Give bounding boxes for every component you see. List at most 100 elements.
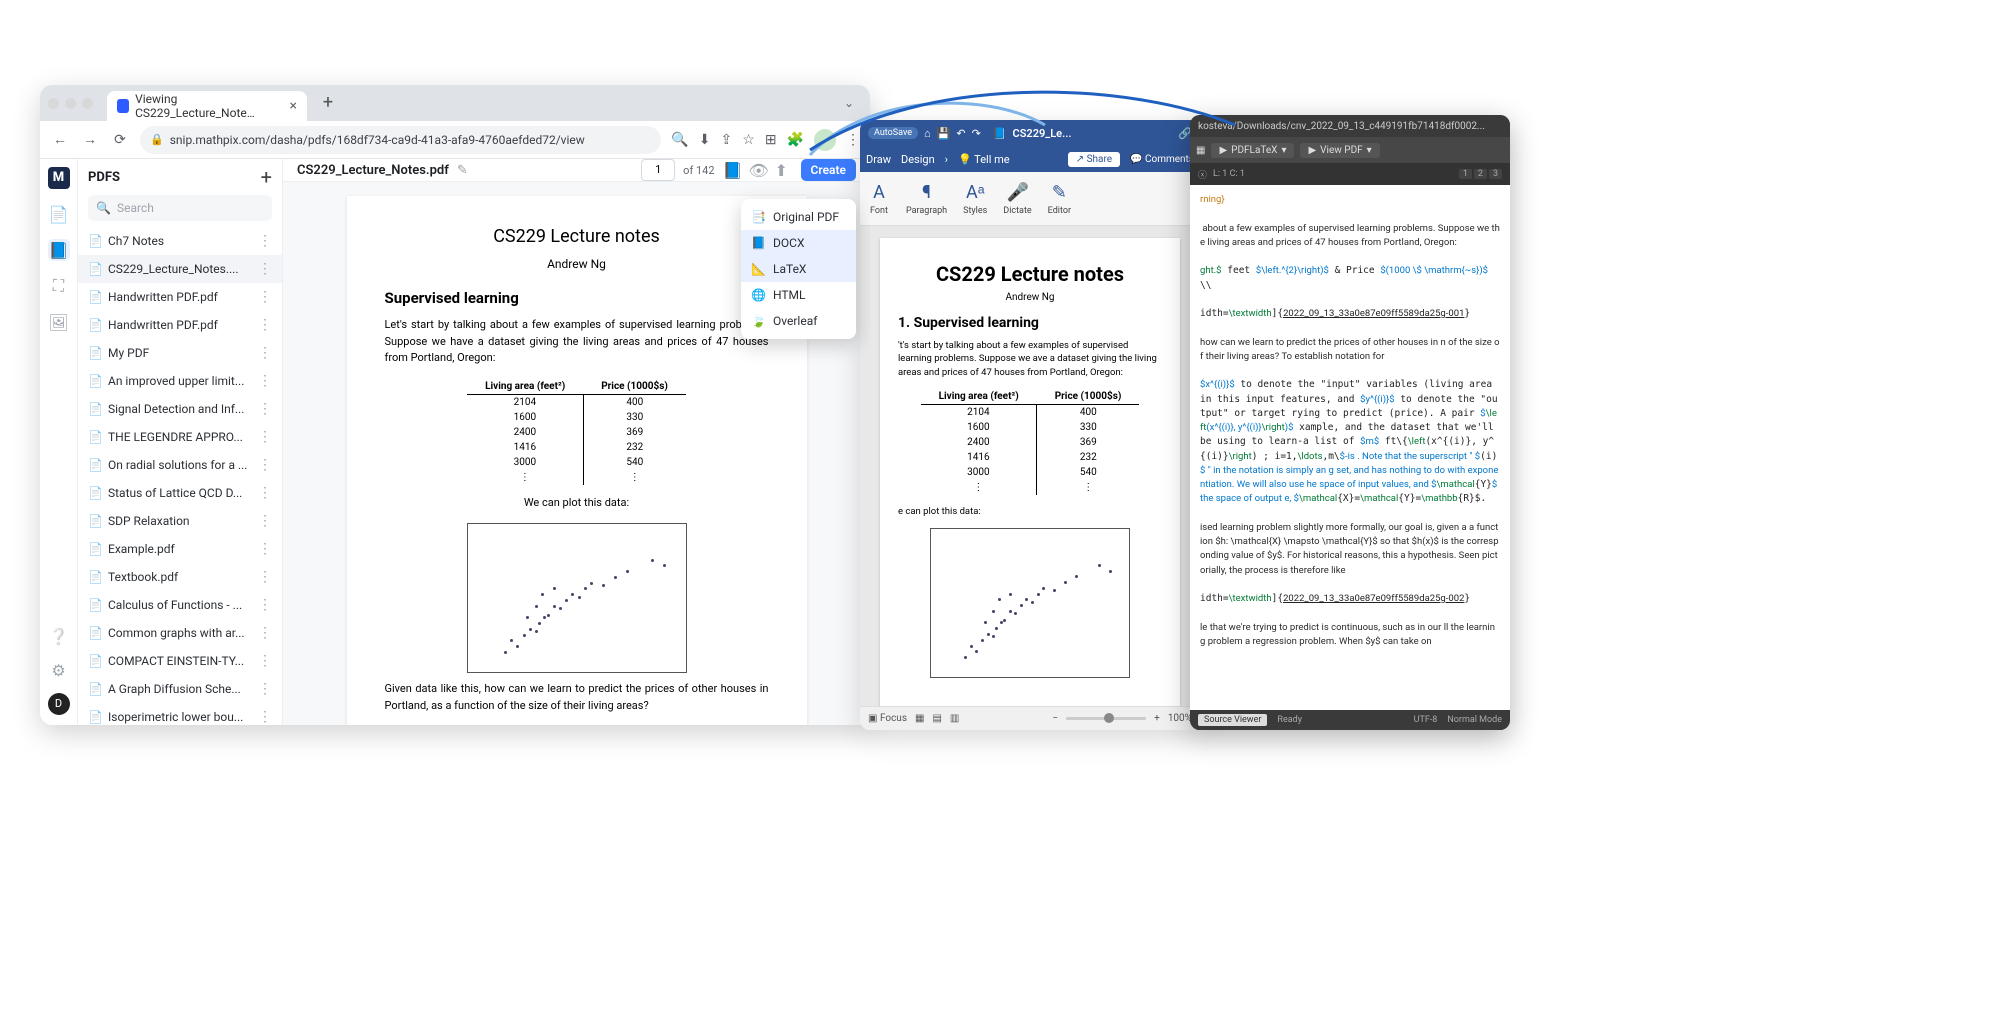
eye-icon[interactable]: 👁	[749, 161, 767, 179]
pane-3[interactable]: 3	[1489, 169, 1502, 179]
file-row[interactable]: 📄COMPACT EINSTEIN-TY...⋮	[78, 647, 282, 675]
pane-2[interactable]: 2	[1474, 169, 1487, 179]
file-kebab-icon[interactable]: ⋮	[258, 289, 272, 305]
ribbon-font[interactable]: AFont	[868, 182, 890, 216]
file-kebab-icon[interactable]: ⋮	[258, 429, 272, 445]
ribbon-paragraph[interactable]: ¶Paragraph	[906, 182, 947, 216]
redo-icon[interactable]: ↷	[972, 127, 981, 140]
file-kebab-icon[interactable]: ⋮	[258, 485, 272, 501]
share-icon[interactable]: ⇪	[721, 132, 733, 148]
file-kebab-icon[interactable]: ⋮	[258, 597, 272, 613]
file-row[interactable]: 📄Textbook.pdf⋮	[78, 563, 282, 591]
view-icon-3[interactable]: ▥	[950, 713, 959, 724]
puzzle-icon[interactable]: 🧩	[787, 132, 804, 148]
file-kebab-icon[interactable]: ⋮	[258, 345, 272, 361]
file-row[interactable]: 📄Common graphs with ar...⋮	[78, 619, 282, 647]
dropdown-item-docx[interactable]: 📘DOCX	[741, 230, 856, 256]
rail-help-icon[interactable]: ❔	[48, 625, 70, 647]
tab-overflow-icon[interactable]: ⌄	[836, 96, 862, 110]
file-kebab-icon[interactable]: ⋮	[258, 541, 272, 557]
upload-icon[interactable]: ⬆	[775, 161, 793, 179]
dropdown-item-overleaf[interactable]: 🍃Overleaf	[741, 308, 856, 334]
file-kebab-icon[interactable]: ⋮	[258, 233, 272, 249]
zoom-in[interactable]: +	[1154, 713, 1160, 724]
rail-doc-icon[interactable]: 📄	[48, 203, 70, 225]
file-row[interactable]: 📄Example.pdf⋮	[78, 535, 282, 563]
word-save-icon[interactable]: 💾	[937, 127, 951, 140]
file-kebab-icon[interactable]: ⋮	[258, 681, 272, 697]
extensions-icon[interactable]: ⊞	[765, 132, 777, 148]
rail-image-icon[interactable]: 🖼	[48, 311, 70, 333]
file-row[interactable]: 📄Calculus of Functions - ...⋮	[78, 591, 282, 619]
dropdown-item-html[interactable]: 🌐HTML	[741, 282, 856, 308]
file-row[interactable]: 📄Signal Detection and Inf...⋮	[78, 395, 282, 423]
rail-settings-icon[interactable]: ⚙	[48, 659, 70, 681]
home-icon[interactable]: ⌂	[924, 127, 931, 140]
file-row[interactable]: 📄An improved upper limit...⋮	[78, 367, 282, 395]
file-row[interactable]: 📄A Graph Diffusion Sche...⋮	[78, 675, 282, 703]
tab-design[interactable]: Design	[901, 153, 935, 166]
zoom-slider[interactable]	[1066, 717, 1146, 720]
focus-mode[interactable]: ▣ Focus	[868, 713, 907, 724]
dropdown-item-latex[interactable]: 📐LaTeX	[741, 256, 856, 282]
download-icon[interactable]: ⬇	[699, 132, 711, 148]
pane-1[interactable]: 1	[1459, 169, 1472, 179]
profile-avatar[interactable]	[814, 129, 836, 151]
view-pdf-button[interactable]: ▶ View PDF ▾	[1300, 143, 1379, 158]
zoom-icon[interactable]: 🔍	[671, 132, 688, 148]
file-row[interactable]: 📄CS229_Lecture_Notes....⋮	[78, 255, 282, 283]
create-button[interactable]: Create	[801, 159, 856, 181]
reload-button[interactable]: ⟳	[110, 130, 130, 150]
rail-crop-icon[interactable]: ⛶	[48, 275, 70, 297]
file-row[interactable]: 📄On radial solutions for a ...⋮	[78, 451, 282, 479]
file-row[interactable]: 📄SDP Relaxation⋮	[78, 507, 282, 535]
back-button[interactable]: ←	[50, 130, 70, 150]
browser-tab[interactable]: Viewing CS229_Lecture_Note… ×	[107, 91, 307, 121]
file-kebab-icon[interactable]: ⋮	[258, 569, 272, 585]
rail-pdf-icon[interactable]: 📘	[48, 239, 70, 261]
rail-user-avatar[interactable]: D	[48, 693, 70, 715]
dropdown-item-original-pdf[interactable]: 📑Original PDF	[741, 204, 856, 230]
app-logo[interactable]: M	[48, 167, 70, 189]
file-row[interactable]: 📄THE LEGENDRE APPRO...⋮	[78, 423, 282, 451]
file-row[interactable]: 📄Status of Lattice QCD D...⋮	[78, 479, 282, 507]
ribbon-styles[interactable]: AᵃStyles	[963, 182, 987, 216]
share-button[interactable]: ↗ Share	[1068, 152, 1120, 167]
file-kebab-icon[interactable]: ⋮	[258, 513, 272, 529]
file-row[interactable]: 📄Handwritten PDF.pdf⋮	[78, 311, 282, 339]
file-kebab-icon[interactable]: ⋮	[258, 625, 272, 641]
file-row[interactable]: 📄Isoperimetric lower bou...⋮	[78, 703, 282, 725]
close-doc-icon[interactable]: ⓧ	[1198, 168, 1207, 181]
file-row[interactable]: 📄Ch7 Notes⋮	[78, 227, 282, 255]
sidebar-toggle-icon[interactable]: ▦	[1196, 145, 1205, 156]
autosave-toggle[interactable]: AutoSave	[868, 127, 918, 139]
export-icon[interactable]: 📘	[723, 161, 741, 179]
ribbon-dictate[interactable]: 🎤Dictate	[1003, 182, 1031, 216]
tab-draw[interactable]: Draw	[866, 153, 891, 166]
file-kebab-icon[interactable]: ⋮	[258, 709, 272, 725]
new-tab-button[interactable]: +	[315, 90, 341, 116]
window-controls[interactable]	[48, 98, 93, 109]
file-kebab-icon[interactable]: ⋮	[258, 653, 272, 669]
undo-icon[interactable]: ↶	[956, 127, 965, 140]
file-kebab-icon[interactable]: ⋮	[258, 457, 272, 473]
edit-name-icon[interactable]: ✎	[457, 163, 468, 178]
add-pdf-button[interactable]: +	[261, 165, 272, 189]
status-source[interactable]: Source Viewer	[1198, 714, 1267, 726]
view-icon-2[interactable]: ▤	[932, 713, 941, 724]
file-row[interactable]: 📄Handwritten PDF.pdf⋮	[78, 283, 282, 311]
omnibox[interactable]: 🔒 snip.mathpix.com/dasha/pdfs/168df734-c…	[140, 126, 661, 154]
star-icon[interactable]: ☆	[742, 132, 755, 148]
view-icon-1[interactable]: ▦	[915, 713, 924, 724]
file-kebab-icon[interactable]: ⋮	[258, 317, 272, 333]
page-input[interactable]: 1	[641, 159, 675, 181]
tell-me[interactable]: 💡 Tell me	[958, 153, 1010, 166]
file-kebab-icon[interactable]: ⋮	[258, 401, 272, 417]
file-kebab-icon[interactable]: ⋮	[258, 261, 272, 277]
file-row[interactable]: 📄My PDF⋮	[78, 339, 282, 367]
compile-button[interactable]: ▶ PDFLaTeX ▾	[1211, 143, 1294, 158]
ribbon-editor[interactable]: ✎Editor	[1048, 182, 1071, 216]
comments-button[interactable]: 💬 Comments	[1130, 154, 1194, 165]
kebab-menu-icon[interactable]: ⋮	[846, 132, 860, 148]
code-editor[interactable]: rning} about a few examples of supervise…	[1190, 185, 1510, 710]
